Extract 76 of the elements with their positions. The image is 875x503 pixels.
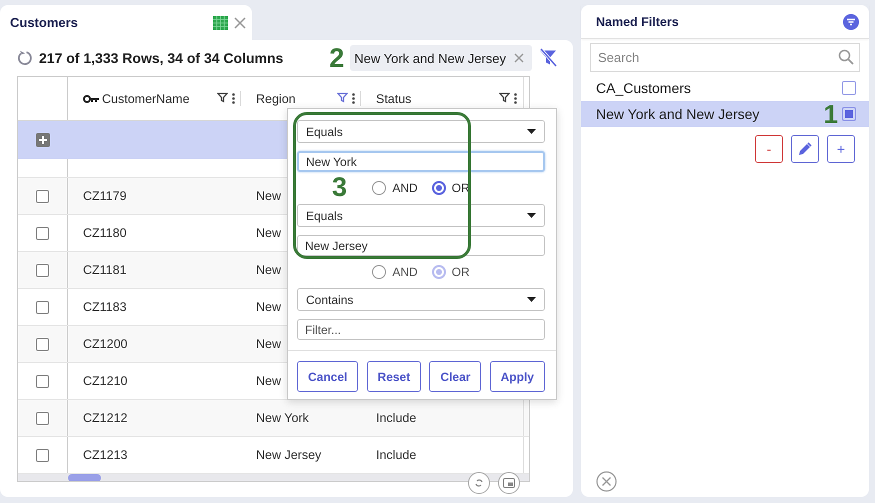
caret-icon bbox=[527, 297, 536, 302]
caret-icon bbox=[527, 129, 536, 134]
filter-value-field[interactable]: Filter... bbox=[297, 319, 545, 340]
column-header[interactable]: Region bbox=[256, 92, 296, 106]
close-icon[interactable] bbox=[514, 53, 524, 63]
named-filter-item[interactable]: New York and New Jersey 1 bbox=[581, 101, 869, 127]
add-button[interactable]: + bbox=[827, 135, 855, 163]
table-cell: CZ1212 bbox=[83, 411, 128, 425]
table-cell: New bbox=[256, 263, 282, 277]
more-options-icon[interactable] bbox=[232, 93, 235, 104]
add-row-icon[interactable] bbox=[36, 133, 50, 147]
table-cell: New bbox=[256, 337, 282, 351]
popup-button[interactable]: Clear bbox=[429, 361, 482, 392]
filter-checkbox[interactable] bbox=[842, 107, 856, 121]
table-cell: Include bbox=[376, 448, 416, 462]
search-icon bbox=[838, 49, 854, 65]
filter-menu-icon[interactable] bbox=[843, 14, 859, 30]
table-cell: New bbox=[256, 226, 282, 240]
table-cell: CZ1180 bbox=[83, 226, 127, 240]
row-checkbox[interactable] bbox=[36, 412, 49, 424]
pencil-icon bbox=[798, 142, 812, 156]
table-cell: Include bbox=[376, 411, 416, 425]
table-cell: New bbox=[256, 374, 282, 388]
row-checkbox[interactable] bbox=[36, 338, 49, 350]
row-checkbox[interactable] bbox=[36, 448, 49, 462]
popup-button[interactable]: Reset bbox=[366, 361, 422, 392]
row-checkbox[interactable] bbox=[36, 374, 49, 388]
table-cell: New bbox=[256, 300, 282, 314]
chip-label: New York and New Jersey bbox=[354, 50, 506, 66]
table-cell: CZ1213 bbox=[83, 448, 128, 462]
more-options-icon[interactable] bbox=[514, 93, 517, 104]
table-cell: CZ1210 bbox=[83, 374, 128, 388]
row-checkbox[interactable] bbox=[36, 226, 49, 240]
popup-button[interactable]: Cancel bbox=[297, 361, 358, 392]
caret-icon bbox=[527, 213, 536, 218]
edit-button[interactable] bbox=[791, 135, 819, 163]
operator-dropdown[interactable]: Equals bbox=[297, 204, 545, 227]
column-header[interactable]: CustomerName bbox=[102, 92, 190, 106]
step-number: 2 bbox=[329, 44, 344, 72]
more-options-icon[interactable] bbox=[352, 93, 355, 104]
popup-button[interactable]: Apply bbox=[490, 361, 545, 392]
refresh-icon[interactable] bbox=[17, 50, 33, 66]
table-cell: CZ1200 bbox=[83, 337, 128, 351]
search-field[interactable]: Search bbox=[590, 43, 860, 72]
named-filter-item[interactable]: CA_Customers bbox=[581, 75, 869, 101]
filter-value-field[interactable]: New York bbox=[297, 151, 545, 172]
row-checkbox[interactable] bbox=[36, 264, 49, 276]
clear-filter-icon[interactable] bbox=[538, 48, 558, 68]
close-circle-icon[interactable] bbox=[596, 471, 617, 492]
filter-icon[interactable] bbox=[499, 92, 510, 102]
filter-icon[interactable] bbox=[217, 92, 228, 102]
step-number: 1 bbox=[824, 101, 838, 127]
close-icon[interactable] bbox=[234, 16, 246, 28]
operator-dropdown[interactable]: Contains bbox=[297, 288, 545, 311]
panel-title: Named Filters bbox=[596, 14, 679, 28]
row-checkbox[interactable] bbox=[36, 190, 49, 202]
table-cell: New bbox=[256, 189, 282, 203]
table-cell: New York bbox=[256, 411, 309, 425]
table-cell: CZ1179 bbox=[83, 189, 127, 203]
scrollbar-thumb[interactable] bbox=[68, 474, 101, 481]
row-count-summary: 217 of 1,333 Rows, 34 of 34 Columns bbox=[39, 50, 284, 66]
filter-value-field[interactable]: New Jersey bbox=[297, 235, 545, 256]
radio-option[interactable]: AND bbox=[372, 181, 418, 195]
table-cell: CZ1183 bbox=[83, 300, 127, 314]
row-checkbox[interactable] bbox=[36, 300, 49, 314]
table-cell: CZ1181 bbox=[83, 263, 127, 277]
reset-view-icon[interactable] bbox=[468, 472, 490, 494]
grid-icon bbox=[213, 16, 228, 30]
table-cell: New Jersey bbox=[256, 448, 322, 462]
step-number: 3 bbox=[332, 174, 348, 201]
operator-dropdown[interactable]: Equals bbox=[297, 120, 545, 143]
column-header[interactable]: Status bbox=[376, 92, 412, 106]
picture-in-picture-icon[interactable] bbox=[498, 472, 520, 494]
filter-checkbox[interactable] bbox=[842, 81, 856, 95]
remove-button[interactable]: - bbox=[755, 135, 783, 163]
filter-icon[interactable] bbox=[337, 92, 348, 102]
